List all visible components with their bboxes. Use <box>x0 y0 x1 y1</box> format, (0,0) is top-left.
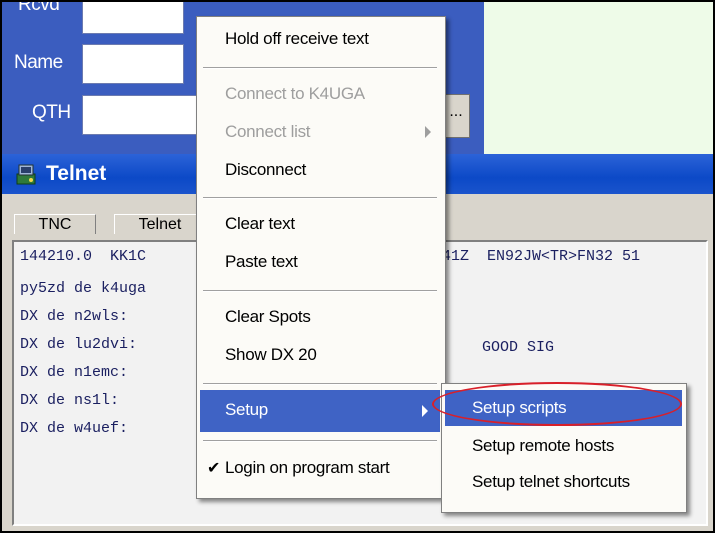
output-line-6: DX de ns1l: <box>20 392 120 409</box>
rcvd-field[interactable] <box>82 2 184 34</box>
menu-show-dx[interactable]: Show DX 20 <box>225 345 317 365</box>
annotation-oval <box>432 382 682 426</box>
output-line-1: 144210.0 KK1C <box>20 248 147 265</box>
menu-separator <box>203 67 437 69</box>
menu-separator <box>203 440 437 442</box>
name-field[interactable] <box>82 44 184 84</box>
output-line-2: py5zd de k4uga <box>20 280 147 297</box>
menu-separator <box>203 290 437 292</box>
rcvd-label: Rcvd <box>18 0 60 15</box>
info-pane <box>484 2 713 154</box>
qth-lookup-button[interactable]: ... <box>442 94 470 138</box>
menu-login-on-start[interactable]: ✔ Login on program start <box>197 449 443 489</box>
name-label: Name <box>14 52 63 73</box>
tab-tnc-label: TNC <box>38 216 72 233</box>
menu-login-label: Login on program start <box>225 458 390 477</box>
checkmark-icon: ✔ <box>207 460 221 477</box>
menu-clear-spots[interactable]: Clear Spots <box>225 307 311 327</box>
output-line-3: DX de n2wls: <box>20 308 129 325</box>
output-line-7: DX de w4uef: <box>20 420 129 437</box>
screenshot-frame: Rcvd Name QTH ... Telnet TNC Telnet 1442… <box>0 0 715 533</box>
qth-label: QTH <box>32 102 71 123</box>
output-line-5: DX de n1emc: <box>20 364 129 381</box>
menu-paste-text[interactable]: Paste text <box>225 252 298 272</box>
menu-clear-text[interactable]: Clear text <box>225 214 295 234</box>
menu-connect-list[interactable]: Connect list <box>225 122 311 142</box>
output-line-4: DX de lu2dvi: <box>20 336 138 353</box>
menu-separator <box>203 383 437 385</box>
menu-connect-to[interactable]: Connect to K4UGA <box>225 84 365 104</box>
connect-list-arrow-icon <box>425 126 431 138</box>
menu-disconnect[interactable]: Disconnect <box>225 160 306 180</box>
qth-field[interactable] <box>82 95 204 135</box>
telnet-window-icon <box>16 164 36 185</box>
output-line-1-tail: 41Z EN92JW<TR>FN32 51 <box>442 248 641 265</box>
submenu-setup-telnet-shortcuts[interactable]: Setup telnet shortcuts <box>472 472 630 492</box>
context-menu: Hold off receive text Connect to K4UGA C… <box>196 16 446 499</box>
menu-separator <box>203 197 437 199</box>
menu-setup-label: Setup <box>225 400 268 419</box>
setup-arrow-icon <box>422 405 428 417</box>
menu-hold-off-receive-text[interactable]: Hold off receive text <box>225 29 369 49</box>
submenu-setup-remote-hosts[interactable]: Setup remote hosts <box>472 436 614 456</box>
output-line-4-tail: GOOD SIG <box>482 339 555 356</box>
telnet-title: Telnet <box>46 162 107 185</box>
menu-setup[interactable]: Setup <box>200 390 440 432</box>
tab-telnet-label: Telnet <box>138 216 182 233</box>
